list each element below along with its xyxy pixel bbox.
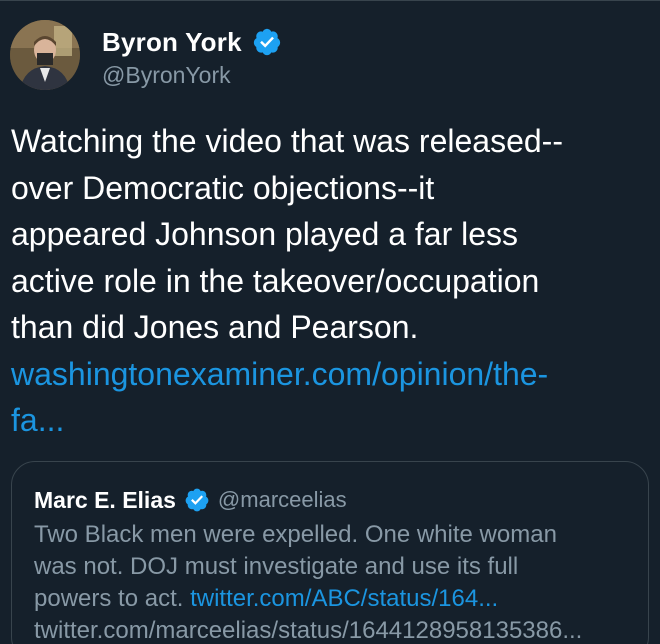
top-divider — [0, 0, 660, 1]
tweet-header: Byron York @ByronYork — [10, 20, 282, 90]
name-row: Byron York — [102, 25, 282, 59]
tweet-body: Watching the video that was released-- o… — [11, 118, 651, 444]
tweet-text-line: appeared Johnson played a far less — [11, 216, 519, 252]
author-display-name[interactable]: Byron York — [102, 27, 242, 58]
tweet-text-line: Watching the video that was released-- — [11, 123, 563, 159]
tweet-link[interactable]: washingtonexaminer.com/opinion/the- — [11, 356, 548, 392]
quoted-verified-badge-icon — [184, 487, 210, 513]
author-names: Byron York @ByronYork — [102, 20, 282, 89]
avatar[interactable] — [10, 20, 80, 90]
tweet-text-line: than did Jones and Pearson. — [11, 309, 419, 345]
quoted-author-display-name: Marc E. Elias — [34, 486, 176, 513]
quoted-text-line: twitter.com/marceelias/status/1644128958… — [34, 617, 583, 644]
quoted-tweet-body: Two Black men were expelled. One white w… — [34, 519, 634, 644]
quoted-tweet-header: Marc E. Elias @marceelias — [34, 484, 648, 516]
tweet-text-line: active role in the takeover/occupation — [11, 262, 540, 299]
profile-photo-icon — [10, 20, 80, 90]
quoted-tweet-card[interactable]: Marc E. Elias @marceelias Two Black men … — [11, 461, 649, 644]
quoted-tweet-link[interactable]: twitter.com/ABC/status/164... — [190, 585, 498, 612]
quoted-text-line: powers to act. — [34, 585, 191, 612]
author-handle[interactable]: @ByronYork — [102, 62, 282, 89]
tweet-text-line: over Democratic objections--it — [11, 169, 435, 206]
verified-badge-icon — [252, 27, 282, 57]
tweet-link-continued[interactable]: fa... — [11, 402, 64, 438]
quoted-text-line: Two Black men were expelled. One white w… — [34, 521, 557, 548]
quoted-text-line: was not. DOJ must investigate and use it… — [34, 553, 519, 580]
quoted-author-handle: @marceelias — [217, 487, 347, 512]
